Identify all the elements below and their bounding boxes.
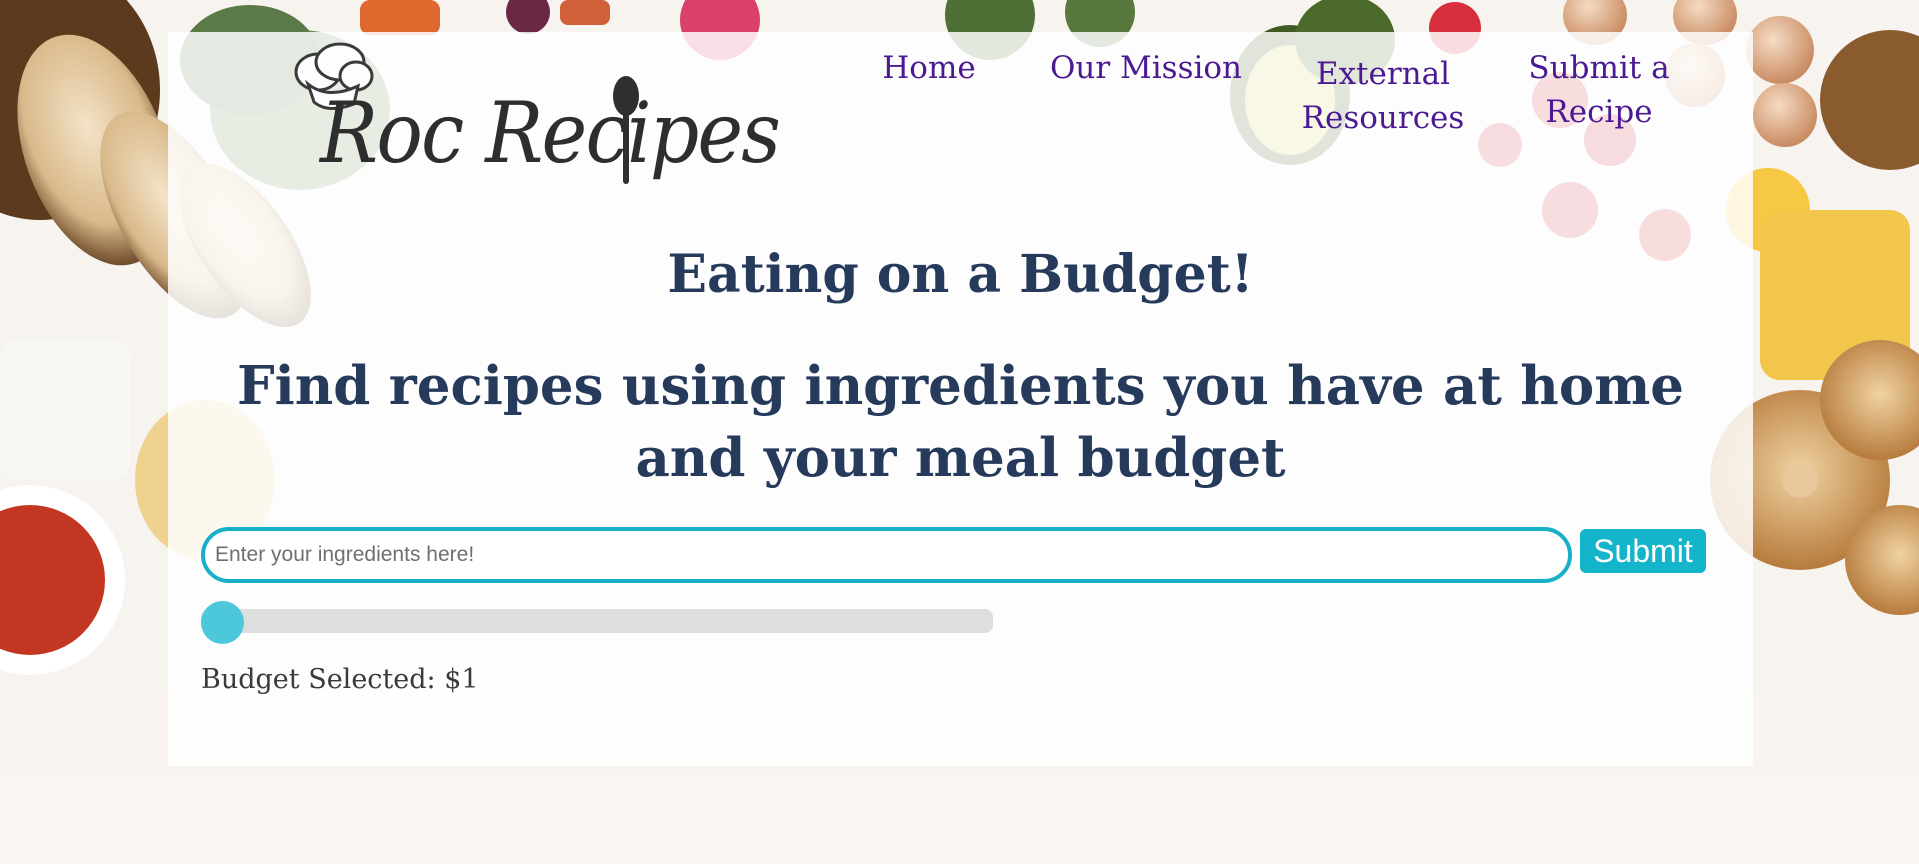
nav-our-mission[interactable]: Our Mission — [1046, 46, 1246, 90]
nav-external-resources-line2: Resources — [1301, 100, 1465, 136]
page-title: Eating on a Budget! — [667, 244, 1254, 305]
page-footer-band — [0, 770, 1919, 864]
nav-submit-recipe[interactable]: Submit a Recipe — [1524, 46, 1674, 134]
budget-slider-track[interactable] — [201, 609, 993, 633]
nav-submit-recipe-line1: Submit a — [1528, 50, 1670, 86]
nav-external-resources-line1: External — [1315, 56, 1451, 92]
nav-external-resources[interactable]: External Resources — [1294, 52, 1472, 140]
budget-slider-thumb[interactable] — [201, 601, 244, 644]
nav-submit-recipe-line2: Recipe — [1545, 94, 1653, 130]
nav-home[interactable]: Home — [864, 46, 994, 90]
ingredients-search-input[interactable] — [201, 527, 1572, 583]
budget-selected-label: Budget Selected: $1 — [201, 664, 479, 695]
main-panel: Roc Recipes Home Our Mission External Re… — [168, 32, 1753, 766]
logo-text: Roc Recipes — [320, 84, 781, 182]
site-logo[interactable]: Roc Recipes — [288, 40, 781, 215]
page-subtitle: Find recipes using ingredients you have … — [237, 355, 1684, 489]
submit-button[interactable]: Submit — [1580, 529, 1706, 573]
